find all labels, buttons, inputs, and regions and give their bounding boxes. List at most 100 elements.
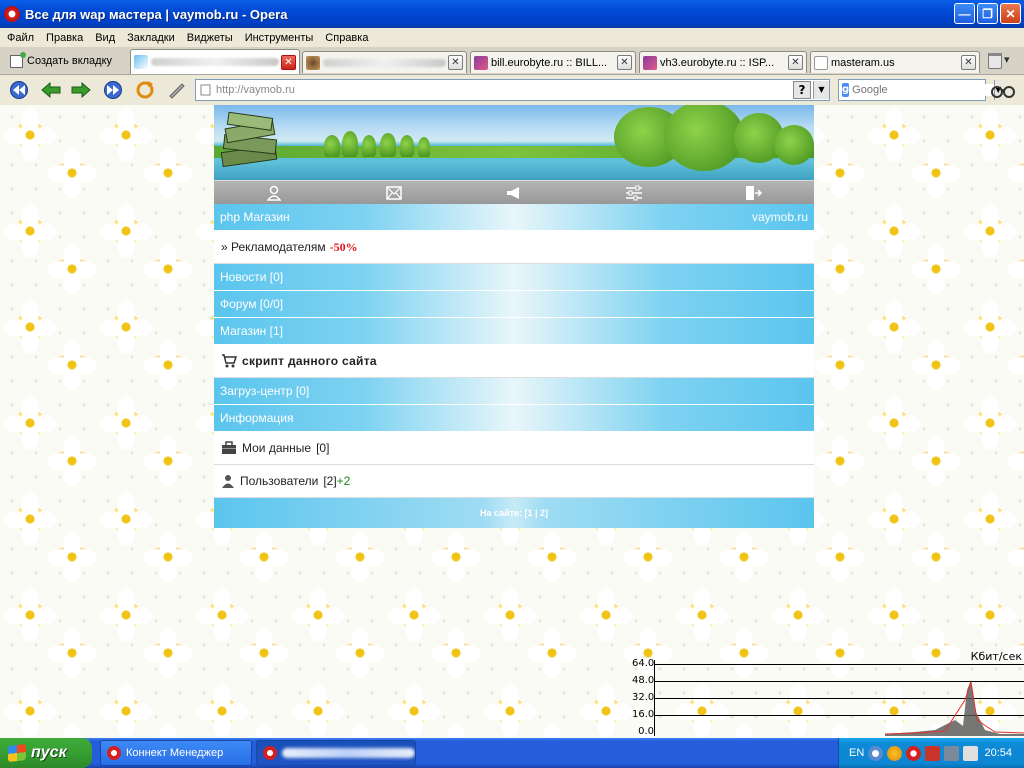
site-domain[interactable]: vaymob.ru [752,210,808,224]
menu-item-widgets[interactable]: Виджеты [187,32,233,44]
address-dropdown-icon[interactable]: ▼ [813,81,829,99]
nav-downloads-label: Загруз-центр [0] [220,384,310,398]
site-section-title[interactable]: php Магазин [220,210,290,224]
search-input[interactable] [852,84,995,96]
network-activity-icon[interactable] [944,745,960,761]
tab-close-icon[interactable]: ✕ [281,54,296,70]
tab-favicon [134,55,148,69]
page-viewport: php Магазин vaymob.ru » Рекламодателям -… [0,105,1024,738]
site-header-bar: php Магазин vaymob.ru [214,204,814,231]
window-controls: — ❐ ✕ [954,3,1021,24]
reload-icon [136,81,154,99]
tab-1[interactable]: ✕ [130,49,300,74]
menu-item-help[interactable]: Справка [325,32,368,44]
nav-shop[interactable]: Магазин [1] [214,318,814,345]
my-data-count: [0] [316,441,330,455]
network-icon[interactable] [925,745,941,761]
new-tab-label: Создать вкладку [27,55,113,67]
site-script-link[interactable]: скрипт данного сайта [214,345,814,378]
taskbar-item-label: Коннект Менеджер [126,747,224,759]
advertisers-label: » Рекламодателям [221,240,326,254]
nav-forum[interactable]: Форум [0/0] [214,291,814,318]
nav-news[interactable]: Новости [0] [214,264,814,291]
netmon-label-48: 48.0 [632,675,655,686]
new-tab-button[interactable]: Создать вкладку [6,50,116,72]
book-icon [643,55,657,70]
site-script-label: скрипт данного сайта [242,354,377,368]
windows-taskbar: пуск Коннект Менеджер EN 20:54 [0,738,1024,768]
user-icon[interactable] [262,183,286,203]
netmon-label-16: 16.0 [632,709,655,720]
my-data-link[interactable]: Мои данные [0] [214,432,814,465]
edit-pen-button[interactable] [164,78,190,102]
start-label: пуск [31,744,67,761]
system-tray: EN 20:54 [838,738,1024,768]
opera-icon [4,6,20,22]
forward-button[interactable] [68,78,94,102]
netmon-label-0: 0.0 [638,726,654,737]
menu-bar: Файл Правка Вид Закладки Виджеты Инструм… [0,28,1024,47]
tab-3[interactable]: bill.eurobyte.ru :: BILL... ✕ [470,51,636,73]
tab-close-icon[interactable]: ✕ [788,55,803,70]
netmon-label-32: 32.0 [632,692,655,703]
rewind-button[interactable] [6,78,32,102]
close-button[interactable]: ✕ [1000,3,1021,24]
tab-menu-icon[interactable]: ▾ [1004,53,1010,66]
site-toolbar [214,180,814,204]
tab-title: vh3.eurobyte.ru :: ISP... [660,56,775,69]
back-arrow-icon[interactable] [868,745,884,761]
nav-downloads[interactable]: Загруз-центр [0] [214,378,814,405]
rewind-icon [10,81,28,99]
discount-badge: -50% [329,239,358,254]
taskbar-item-label-redacted [282,748,415,758]
users-new-count: +2 [336,474,351,488]
fast-forward-button[interactable] [100,78,126,102]
volume-icon[interactable] [963,745,979,761]
page-icon [814,55,828,70]
tab-title-redacted [323,58,446,67]
taskbar-item-opera[interactable] [256,740,416,766]
tab-2[interactable]: ✕ [302,51,467,73]
book-icon [474,55,488,70]
menu-item-view[interactable]: Вид [95,32,115,44]
address-input[interactable] [216,81,793,99]
tab-favicon [306,55,320,70]
cart-icon [222,354,237,368]
user-icon [222,475,234,488]
nav-info[interactable]: Информация [214,405,814,432]
back-button[interactable] [38,78,64,102]
tab-close-icon[interactable]: ✕ [448,55,463,70]
tab-5[interactable]: masteram.us ✕ [810,51,980,73]
my-data-label: Мои данные [242,441,312,455]
menu-item-edit[interactable]: Правка [46,32,83,44]
tab-close-icon[interactable]: ✕ [617,55,632,70]
tab-close-icon[interactable]: ✕ [961,55,976,70]
users-link[interactable]: Пользователи [2]+2 [214,465,814,498]
menu-item-bookmarks[interactable]: Закладки [127,32,175,44]
maximize-button[interactable]: ❐ [977,3,998,24]
language-indicator[interactable]: EN [849,747,864,759]
advertisers-link[interactable]: » Рекламодателям -50% [214,231,814,264]
glasses-icon[interactable] [990,81,1016,99]
google-icon[interactable]: g [842,83,850,97]
online-counter: На сайте: [1 | 2] [214,498,814,528]
settings-sliders-icon[interactable] [622,183,646,203]
megaphone-icon[interactable] [502,183,526,203]
navigation-toolbar: ? ▼ g ▼ [0,75,1024,105]
help-button[interactable]: ? [793,81,811,99]
taskbar-item-connect-manager[interactable]: Коннект Менеджер [100,740,252,766]
start-button[interactable]: пуск [0,738,92,768]
opera-icon[interactable] [906,745,922,761]
site-banner [214,105,814,180]
tab-4[interactable]: vh3.eurobyte.ru :: ISP... ✕ [639,51,807,73]
trash-icon[interactable] [988,53,1002,69]
windows-logo-icon [8,744,26,762]
mail-icon[interactable] [382,183,406,203]
menu-item-tools[interactable]: Инструменты [245,32,314,44]
logout-icon[interactable] [742,183,766,203]
menu-item-file[interactable]: Файл [7,32,34,44]
reload-button[interactable] [132,78,158,102]
minimize-button[interactable]: — [954,3,975,24]
netmon-graph [654,660,1024,736]
messenger-icon[interactable] [887,745,903,761]
